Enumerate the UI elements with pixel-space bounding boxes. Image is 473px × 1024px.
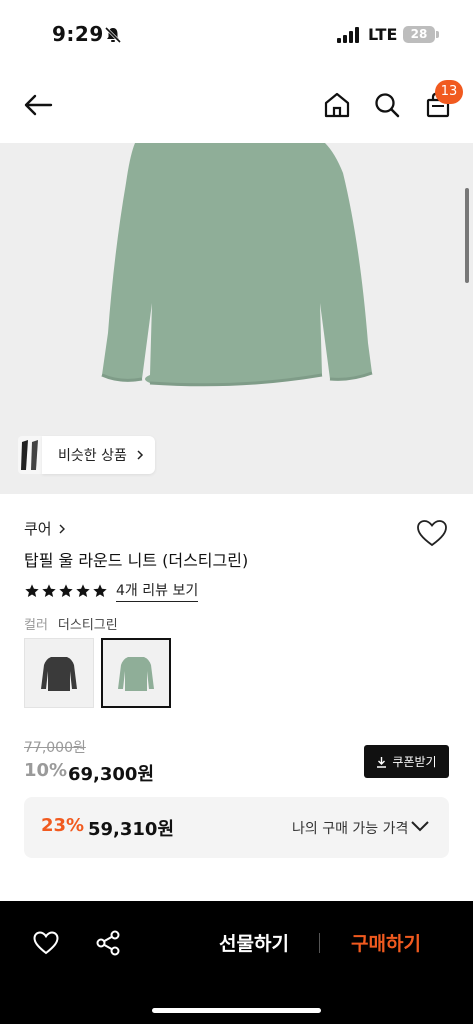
- brand-link[interactable]: 쿠어: [24, 518, 66, 539]
- cart-count-badge: 13: [435, 80, 463, 104]
- star-icon: [59, 584, 73, 597]
- gift-button[interactable]: 선물하기: [204, 928, 304, 960]
- status-time: 9:29: [52, 22, 104, 46]
- home-indicator: [152, 1008, 321, 1013]
- home-icon: [324, 92, 350, 118]
- similar-products-label: 비슷한 상품: [58, 448, 127, 464]
- back-arrow-icon: [24, 94, 53, 116]
- coupon-download-button[interactable]: 쿠폰받기: [364, 745, 449, 778]
- my-price-dropdown[interactable]: 23% 59,310원 나의 구매 가능 가격: [24, 797, 449, 858]
- bottom-divider: [319, 933, 320, 953]
- swatch-sweater-dusty-green: [118, 657, 154, 691]
- swatch-sweater-charcoal: [41, 657, 77, 691]
- share-icon[interactable]: [95, 930, 121, 956]
- top-nav-bar: [0, 70, 473, 143]
- rating-row: 4개 리뷰 보기: [24, 580, 199, 602]
- home-button[interactable]: [320, 88, 354, 122]
- bell-muted-icon: [104, 26, 122, 44]
- my-price-label: 나의 구매 가능 가격: [292, 821, 409, 837]
- chevron-down-icon: [411, 821, 429, 832]
- star-icon: [25, 584, 39, 597]
- wishlist-heart-button[interactable]: [415, 518, 449, 548]
- star-icon: [93, 584, 107, 597]
- status-bar: 9:29 LTE 28: [0, 0, 473, 70]
- coupon-label: 쿠폰받기: [392, 755, 437, 769]
- original-price: 77,000원: [24, 740, 86, 756]
- chevron-right-icon: [137, 450, 143, 460]
- download-icon: [377, 756, 387, 768]
- bottom-heart-icon[interactable]: [32, 930, 60, 956]
- discount-rate: 10%: [24, 760, 68, 781]
- product-name: 탑필 울 라운드 니트 (더스티그린): [24, 551, 249, 570]
- bottom-action-bar: 선물하기 구매하기: [0, 901, 473, 1024]
- color-value: 더스티그린: [57, 618, 118, 633]
- review-link[interactable]: 4개 리뷰 보기: [116, 580, 199, 602]
- similar-products-button[interactable]: 비슷한 상품: [42, 436, 155, 474]
- color-row: 컬러 더스티그린: [24, 614, 118, 633]
- scroll-indicator: [465, 188, 469, 283]
- color-label: 컬러: [24, 618, 48, 633]
- content-peek: [24, 892, 449, 901]
- sale-price: 69,300원: [68, 764, 155, 785]
- search-button[interactable]: [370, 88, 404, 122]
- similar-product-thumbnail[interactable]: [18, 436, 44, 474]
- signal-icon: [337, 27, 359, 43]
- back-button[interactable]: [21, 88, 55, 122]
- battery-tip: [436, 31, 439, 38]
- my-price-value: 59,310원: [88, 819, 175, 840]
- color-swatch-dusty-green[interactable]: [101, 638, 171, 708]
- battery-indicator: 28: [403, 26, 435, 43]
- brand-name: 쿠어: [24, 520, 52, 538]
- star-icon: [76, 584, 90, 597]
- color-swatch-charcoal[interactable]: [24, 638, 94, 708]
- my-discount-rate: 23%: [41, 815, 85, 836]
- chevron-right-icon: [59, 524, 65, 533]
- buy-button[interactable]: 구매하기: [336, 928, 436, 960]
- network-label: LTE: [368, 25, 398, 44]
- search-icon: [375, 93, 400, 118]
- rating-stars: [24, 583, 108, 599]
- similar-thumbnail-image: [21, 440, 38, 470]
- star-icon: [42, 584, 56, 597]
